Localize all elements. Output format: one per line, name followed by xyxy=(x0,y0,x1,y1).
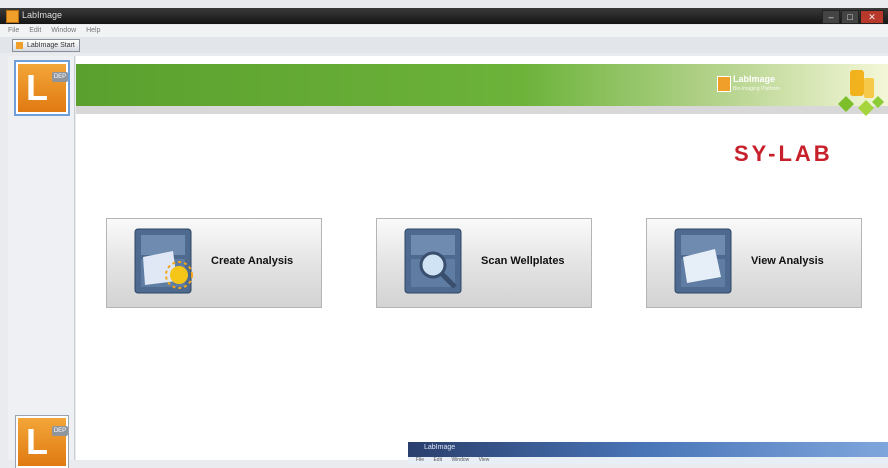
close-button[interactable]: ✕ xyxy=(860,10,884,24)
app-icon xyxy=(6,10,19,23)
cabinet-sun-icon xyxy=(134,228,193,294)
window-controls: – □ ✕ xyxy=(822,10,884,24)
second-window-title: LabImage xyxy=(424,444,456,451)
create-analysis-button[interactable]: Create Analysis xyxy=(106,218,322,308)
menu-edit[interactable]: Edit xyxy=(433,457,442,463)
labimage-app-icon-bottom[interactable]: L DEP xyxy=(16,416,68,468)
banner-brand: LabImage xyxy=(733,74,776,84)
second-window-menu: File Edit Window View xyxy=(408,457,888,464)
scan-wellplates-button[interactable]: Scan Wellplates xyxy=(376,218,592,308)
tab-bar: LabImage Start xyxy=(0,37,888,53)
window-title: LabImage xyxy=(22,10,63,20)
cabinet-document-icon xyxy=(674,228,732,294)
menu-view[interactable]: View xyxy=(479,457,490,463)
scan-wellplates-label: Scan Wellplates xyxy=(481,255,565,267)
sylab-logo: SY-LAB xyxy=(734,141,833,166)
menu-edit[interactable]: Edit xyxy=(29,25,41,37)
menu-help[interactable]: Help xyxy=(86,25,100,37)
menu-bar: File Edit Window Help xyxy=(0,25,888,37)
main-content: LabImage Bio-Imaging Platform SY-LAB Cre… xyxy=(76,56,888,460)
title-bar: LabImage – □ ✕ xyxy=(0,8,888,24)
sidebar: L DEP L DEP xyxy=(8,56,75,468)
flask-decoration-icon xyxy=(838,70,884,116)
cabinet-magnifier-icon xyxy=(404,228,462,294)
minimize-button[interactable]: – xyxy=(822,10,840,24)
second-window[interactable]: LabImage File Edit Window View xyxy=(408,442,888,464)
icon-tag: DEP xyxy=(52,72,68,82)
maximize-button[interactable]: □ xyxy=(841,10,859,24)
labimage-app-icon[interactable]: L DEP xyxy=(16,62,68,114)
menu-file[interactable]: File xyxy=(8,25,19,37)
labimage-logo-icon xyxy=(717,76,731,92)
icon-tag: DEP xyxy=(52,426,68,436)
view-analysis-button[interactable]: View Analysis xyxy=(646,218,862,308)
view-analysis-label: View Analysis xyxy=(751,255,824,267)
banner-subtitle: Bio-Imaging Platform xyxy=(733,86,780,92)
header-banner: LabImage Bio-Imaging Platform xyxy=(76,64,888,106)
banner-divider xyxy=(76,106,888,114)
menu-file[interactable]: File xyxy=(416,457,424,463)
tab-labimage-start[interactable]: LabImage Start xyxy=(12,39,80,52)
menu-window[interactable]: Window xyxy=(451,457,469,463)
menu-window[interactable]: Window xyxy=(51,25,76,37)
create-analysis-label: Create Analysis xyxy=(211,255,294,267)
